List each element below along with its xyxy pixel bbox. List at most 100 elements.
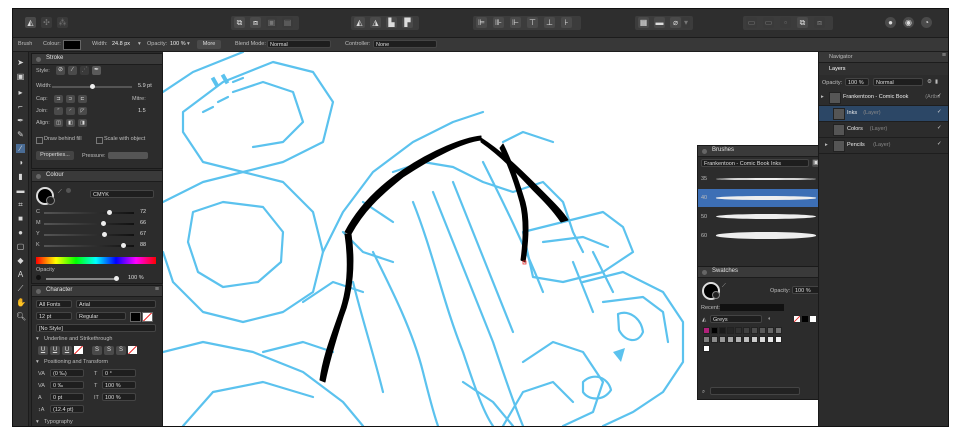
layer-row[interactable]: Colors (Layer) ✓ [819,122,948,138]
collapse-icon[interactable] [702,149,707,154]
layer-row[interactable]: Inks (Layer) ✓ [819,106,948,122]
visibility-checkbox-icon[interactable]: ✓ [937,141,942,147]
eyedropper-icon[interactable]: ⟋ [58,189,62,196]
export-persona-icon[interactable]: ⁂ [57,17,68,28]
square-cap-icon[interactable]: ⊏ [78,95,87,103]
swatch[interactable] [711,327,718,334]
flip-vertical-icon[interactable]: ◮ [370,17,381,28]
swatch[interactable] [727,336,734,343]
channel-slider[interactable] [44,232,134,237]
opacity-value[interactable]: 100 % [170,41,186,47]
channel-value[interactable]: 72 [140,209,146,215]
brush-colour-swatch[interactable] [63,40,81,50]
place-image-tool-icon[interactable]: ▬ [16,186,25,195]
kerning-field[interactable]: (0 ‰) [50,369,84,377]
swatch[interactable] [751,327,758,334]
channel-slider[interactable] [44,243,134,248]
channel-value[interactable]: 66 [140,220,146,226]
layer-settings-icon[interactable]: ⚙ [927,79,932,85]
swatch[interactable] [719,336,726,343]
opacity-slider-knob[interactable] [114,276,119,281]
baseline-field[interactable]: 0 pt [50,393,84,401]
properties-button[interactable]: Properties... [36,151,74,160]
transparency-tool-icon[interactable]: ▮ [16,172,25,181]
snapshot-icon[interactable]: ◉ [903,17,914,28]
channel-slider-knob[interactable] [121,243,127,248]
eyedropper-icon[interactable]: ⟋ [722,283,726,290]
strike-colour-swatch[interactable] [128,346,137,354]
horizontal-scale-field[interactable]: 100 % [102,381,136,389]
shear-field[interactable]: 0 ° [102,369,136,377]
colour-model-select[interactable]: CMYK [90,190,154,198]
channel-slider-knob[interactable] [102,232,108,237]
stroke-colour-circle[interactable] [712,291,720,299]
double-underline-icon[interactable]: U [50,346,60,355]
opacity-slider[interactable] [46,276,119,281]
texture-line-icon[interactable]: ✒ [92,66,101,75]
width-slider[interactable] [52,84,132,89]
leading-field[interactable]: (12.4 pt) [50,405,84,413]
search-icon[interactable]: ⌕ [702,389,705,396]
blend-mode-select[interactable]: Normal [267,40,331,48]
strikethrough-style-icon[interactable]: S [116,346,126,355]
layer-blend-select[interactable]: Normal [873,78,923,86]
font-size-select[interactable]: 12 pt [36,312,72,320]
layers-tab[interactable]: Layers [829,66,846,72]
panel-menu-icon[interactable]: ≡ [942,52,946,59]
rectangle-tool-icon[interactable]: ■ [16,214,25,223]
swatch[interactable] [703,345,710,352]
swatch[interactable] [735,327,742,334]
white-swatch[interactable] [810,316,816,322]
none-swatch[interactable] [794,316,800,322]
preferences-icon[interactable]: ◔ [921,17,932,28]
channel-slider[interactable] [44,221,134,226]
swatch[interactable] [759,336,766,343]
swatch[interactable] [767,327,774,334]
collapse-icon[interactable] [36,289,41,294]
subtract-icon[interactable]: ⧈ [250,17,261,28]
brush-item[interactable]: 50 [698,208,818,226]
assistant-icon[interactable]: ● [885,17,896,28]
chevron-down-icon[interactable]: ▾ [138,41,141,47]
flip-horizontal-icon[interactable]: ◭ [354,17,365,28]
align-middle-icon[interactable]: ⊥ [544,17,555,28]
recent-swatches[interactable] [720,304,784,311]
zoom-tool-icon[interactable]: 🔍︎ [16,312,26,321]
grid-icon[interactable]: ▦ [638,17,649,28]
move-back-icon[interactable]: ▙ [386,17,397,28]
ellipse-tool-icon[interactable]: ● [16,228,25,237]
pencil-tool-icon[interactable]: ✎ [16,130,25,139]
layer-opacity-field[interactable]: 100 % [845,78,869,86]
palette-options-icon[interactable]: ◐ [768,316,771,322]
paragraph-style-select[interactable]: [No Style] [36,324,156,332]
layer-row[interactable]: ▸ Pencils (Layer) ✓ [819,138,948,154]
underline-section-label[interactable]: Underline and Strikethrough [44,336,113,342]
text-tool-icon[interactable]: A [16,270,25,279]
strikethrough-icon[interactable]: S [92,346,102,355]
controller-select[interactable]: None [373,40,437,48]
corner-tool-icon[interactable]: ⌐ [16,102,25,111]
ungroup-icon[interactable]: ⧈ [814,17,825,28]
pressure-curve[interactable] [108,152,148,159]
black-swatch[interactable] [802,316,808,322]
swatch[interactable] [703,336,710,343]
move-forward-icon[interactable]: ▛ [402,17,413,28]
mitre-join-icon[interactable]: ⌜ [54,107,63,115]
snapping-icon[interactable]: ▬ [654,17,665,28]
spectrum-bar[interactable] [36,257,156,264]
navigator-tab[interactable]: Navigator [829,54,853,60]
swatch[interactable] [775,327,782,334]
more-button[interactable]: More [197,40,221,49]
expand-icon[interactable]: ▸ [821,94,824,100]
swatch[interactable] [711,336,718,343]
butt-cap-icon[interactable]: ⊐ [54,95,63,103]
chevron-down-icon[interactable]: ▾ [187,41,190,47]
font-weight-select[interactable]: Regular [76,312,126,320]
group-icon[interactable]: ⧉ [797,17,808,28]
magnet-icon[interactable]: ⌀ [670,17,681,28]
pen-tool-icon[interactable]: ✒ [16,116,25,125]
swatch[interactable] [743,336,750,343]
solid-line-icon[interactable]: ∕ [68,66,77,75]
brush-category-select[interactable]: Frankentoon - Comic Book Inks [701,159,809,167]
vertical-scale-field[interactable]: 100 % [102,393,136,401]
